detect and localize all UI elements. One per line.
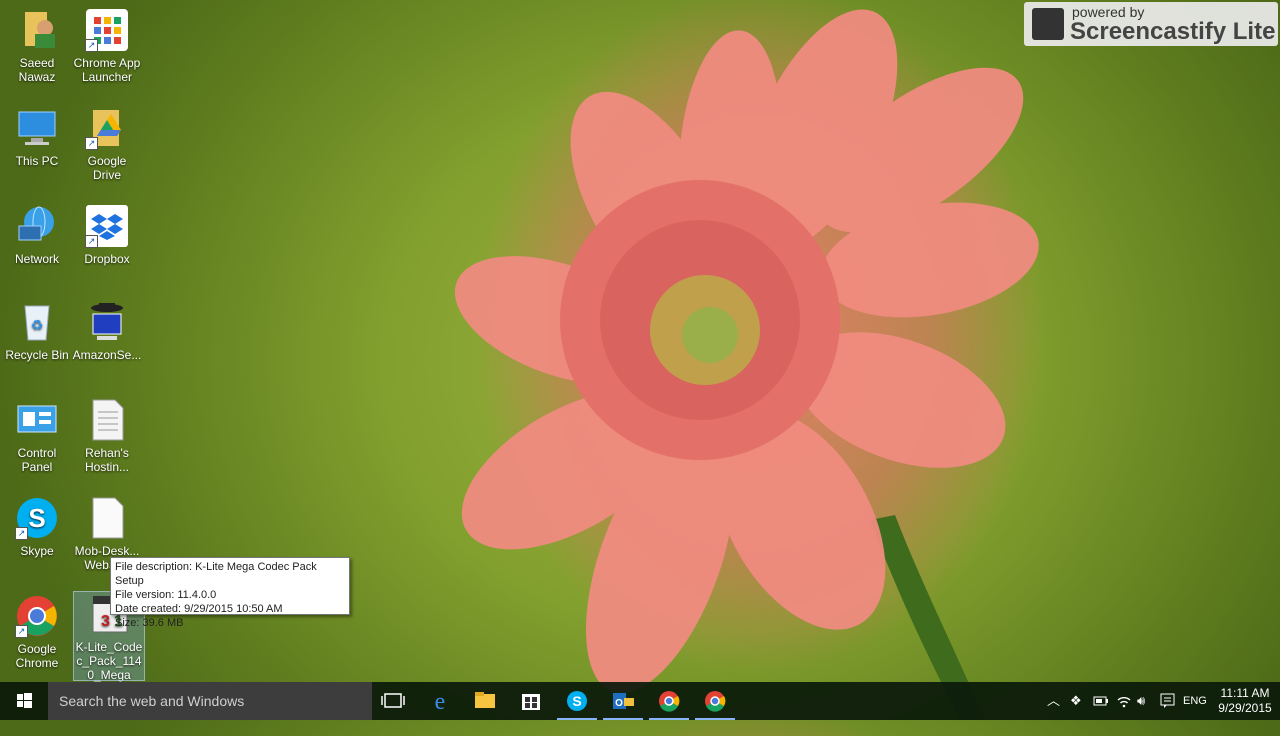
edge-icon: e — [435, 689, 446, 715]
desktop-icon-label: Saeed Nawaz — [18, 56, 56, 84]
desktop-icon-recycle-bin[interactable]: ♻ Recycle Bin — [2, 300, 72, 362]
google-drive-icon: ↗ — [85, 106, 129, 150]
desktop-icon-rehans-hosting[interactable]: Rehan's Hostin... — [72, 398, 142, 474]
shortcut-arrow-icon: ↗ — [85, 137, 98, 150]
task-view-icon — [381, 693, 405, 708]
skype-icon: S — [567, 691, 587, 711]
wifi-icon — [1117, 697, 1131, 708]
file-tooltip: File description: K-Lite Mega Codec Pack… — [110, 557, 350, 629]
desktop-icon-google-chrome[interactable]: ↗ Google Chrome — [2, 594, 72, 670]
svg-text:S: S — [28, 503, 45, 533]
spy-app-icon — [85, 300, 129, 344]
desktop-icon-amazonse[interactable]: AmazonSe... — [72, 300, 142, 362]
document-icon — [85, 398, 129, 442]
shortcut-arrow-icon: ↗ — [15, 527, 28, 540]
clock[interactable]: 11:11 AM 9/29/2015 — [1212, 686, 1278, 716]
desktop-icon-user-folder[interactable]: Saeed Nawaz — [2, 8, 72, 84]
chrome-icon — [705, 691, 726, 712]
tooltip-size: Size: 39.6 MB — [115, 617, 184, 629]
search-box[interactable]: Search the web and Windows — [48, 682, 372, 720]
tooltip-created: Date created: 9/29/2015 10:50 AM — [115, 603, 283, 615]
file-explorer-button[interactable] — [462, 682, 508, 720]
desktop-icon-label: Network — [14, 252, 59, 266]
svg-text:O: O — [615, 698, 623, 709]
action-center-button[interactable] — [1160, 682, 1176, 720]
shortcut-arrow-icon: ↗ — [15, 625, 28, 638]
watermark-title: Screencastify Lite — [1070, 18, 1276, 45]
language-indicator[interactable]: ENG — [1183, 682, 1207, 720]
film-icon — [1032, 8, 1064, 40]
volume-button[interactable]: 🔊︎ — [1137, 682, 1145, 720]
control-panel-icon — [15, 398, 59, 442]
chrome-icon — [659, 691, 680, 712]
desktop-icon-network[interactable]: Network — [2, 204, 72, 266]
desktop-icon-label: Google Drive — [87, 154, 127, 182]
desktop-icon-label: Rehan's Hostin... — [84, 446, 129, 474]
desktop-icon-label: K-Lite_Codec_Pack_1140_Mega — [75, 640, 143, 682]
desktop-icon-this-pc[interactable]: This PC — [2, 106, 72, 168]
outlook-button[interactable]: O — [600, 682, 646, 720]
desktop-icon-skype[interactable]: S ↗ Skype — [2, 496, 72, 558]
svg-text:S: S — [572, 693, 581, 709]
app-launcher-icon: ↗ — [85, 8, 129, 52]
desktop-icon-label: Recycle Bin — [5, 348, 69, 362]
network-icon — [15, 204, 59, 248]
user-folder-icon — [15, 8, 59, 52]
desktop-icon-control-panel[interactable]: Control Panel — [2, 398, 72, 474]
skype-icon: S ↗ — [15, 496, 59, 540]
computer-icon — [15, 106, 59, 150]
chrome-taskbar-button-1[interactable] — [646, 682, 692, 720]
desktop-icon-label: AmazonSe... — [72, 348, 142, 362]
tray-dropbox-button[interactable]: ❖ — [1070, 682, 1082, 720]
tooltip-description: File description: K-Lite Mega Codec Pack… — [115, 561, 317, 587]
edge-button[interactable]: e — [417, 682, 463, 720]
chevron-up-icon: ︿ — [1047, 693, 1061, 708]
chrome-taskbar-button-2[interactable] — [692, 682, 738, 720]
battery-button[interactable] — [1093, 682, 1109, 720]
file-icon — [85, 496, 129, 540]
start-button[interactable] — [0, 682, 48, 720]
store-icon — [522, 694, 540, 710]
notification-icon — [1160, 693, 1175, 708]
desktop-icon-dropbox[interactable]: ↗ Dropbox — [72, 204, 142, 266]
desktop-icon-label: This PC — [15, 154, 59, 168]
file-explorer-icon — [475, 692, 495, 708]
task-view-button[interactable] — [370, 682, 416, 720]
taskbar: Search the web and Windows e S O ︿ ❖ 🔊︎ … — [0, 682, 1280, 720]
show-hidden-icons-button[interactable]: ︿ — [1047, 682, 1060, 720]
wifi-button[interactable] — [1116, 682, 1132, 720]
svg-text:3: 3 — [101, 613, 110, 630]
skype-taskbar-button[interactable]: S — [554, 682, 600, 720]
shortcut-arrow-icon: ↗ — [85, 39, 98, 52]
dropbox-tray-icon: ❖ — [1070, 693, 1082, 708]
desktop-icon-chrome-app-launcher[interactable]: ↗ Chrome App Launcher — [72, 8, 142, 84]
desktop-icon-label: Google Chrome — [15, 642, 59, 670]
battery-icon — [1093, 696, 1108, 706]
desktop-icon-label: Chrome App Launcher — [73, 56, 141, 84]
shortcut-arrow-icon: ↗ — [85, 235, 98, 248]
clock-date: 9/29/2015 — [1218, 701, 1272, 715]
svg-text:♻: ♻ — [31, 317, 44, 333]
clock-time: 11:11 AM — [1220, 686, 1270, 700]
outlook-icon: O — [613, 693, 634, 709]
desktop-icon-label: Skype — [20, 544, 54, 558]
tooltip-version: File version: 11.4.0.0 — [115, 589, 217, 601]
recycle-bin-icon: ♻ — [15, 300, 59, 344]
svg-text:e: e — [435, 689, 446, 715]
store-button[interactable] — [508, 682, 554, 720]
chrome-icon: ↗ — [15, 594, 59, 638]
desktop-icon-label: Dropbox — [84, 252, 130, 266]
desktop-icon-google-drive[interactable]: ↗ Google Drive — [72, 106, 142, 182]
screencastify-watermark: powered by Screencastify Lite — [1024, 2, 1278, 46]
dropbox-icon: ↗ — [85, 204, 129, 248]
volume-icon: 🔊︎ — [1137, 693, 1146, 708]
desktop-icon-label: Control Panel — [17, 446, 57, 474]
